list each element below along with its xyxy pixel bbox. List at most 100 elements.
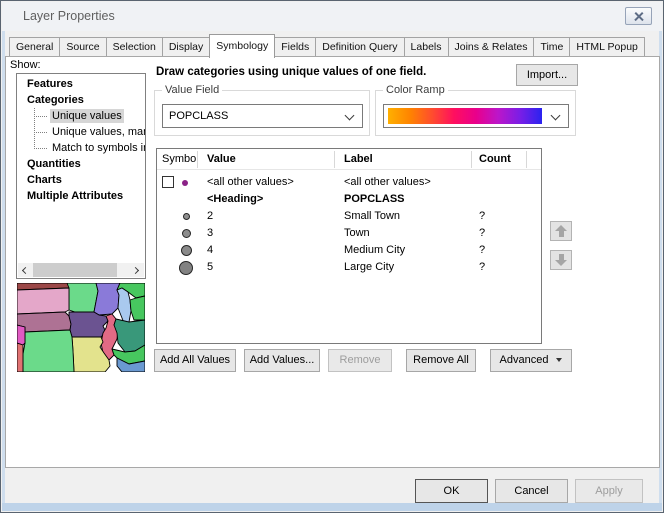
sidebar-item-label: Unique values (50, 109, 124, 123)
show-list-items: Features Categories Unique valuesUnique va… (17, 76, 145, 204)
scroll-left-button[interactable] (18, 263, 32, 277)
scroll-left-icon (22, 266, 29, 273)
map-preview (17, 283, 145, 372)
sidebar-item-label: Match to symbols in a (50, 141, 145, 155)
point-symbol-swatch[interactable] (182, 180, 188, 186)
sidebar-item-label: Charts (25, 173, 64, 187)
cell-value: 5 (207, 259, 213, 276)
table-header: Symbol Value Label Count (157, 149, 541, 170)
all-other-values-checkbox[interactable] (162, 176, 174, 188)
column-header-label: Label (344, 153, 373, 165)
point-symbol-swatch[interactable] (181, 245, 192, 256)
tab-definition-query[interactable]: Definition Query (315, 37, 404, 56)
sidebar-item-label: Quantities (25, 157, 83, 171)
column-header-value: Value (207, 153, 236, 165)
column-header-symbol: Symbol (162, 153, 199, 165)
color-ramp-swatch (388, 108, 542, 124)
cell-value: 2 (207, 208, 213, 225)
tab-symbology[interactable]: Symbology (209, 34, 275, 58)
cell-count: ? (479, 242, 485, 259)
tab-html-popup[interactable]: HTML Popup (569, 37, 644, 56)
color-ramp-label: Color Ramp (383, 84, 448, 96)
cell-label: POPCLASS (344, 191, 405, 208)
close-button[interactable] (625, 7, 652, 25)
table-row[interactable]: <Heading>POPCLASS (157, 191, 541, 208)
advanced-button-label: Advanced (500, 354, 549, 366)
value-field-select[interactable]: POPCLASS (162, 104, 363, 128)
tab-fields[interactable]: Fields (274, 37, 316, 56)
table-row[interactable]: 3Town? (157, 225, 541, 242)
ok-button[interactable]: OK (415, 479, 488, 503)
sidebar-item-multiple-attributes[interactable]: Multiple Attributes (17, 188, 145, 204)
scroll-right-button[interactable] (130, 263, 144, 277)
scrollbar-thumb[interactable] (33, 263, 117, 277)
sidebar-item-features[interactable]: Features (17, 76, 145, 92)
cell-count: ? (479, 225, 485, 242)
column-divider (471, 151, 472, 168)
arrow-down-icon (555, 254, 567, 266)
tab-strip: GeneralSourceSelectionDisplaySymbologyFi… (9, 34, 644, 56)
arrow-up-icon (555, 225, 567, 237)
add-values-button[interactable]: Add Values... (244, 349, 320, 372)
cancel-button[interactable]: Cancel (495, 479, 568, 503)
apply-button[interactable]: Apply (575, 479, 643, 503)
symbology-tab-page: Show: Features Categories Unique valuesUni… (5, 56, 660, 468)
color-ramp-select[interactable] (383, 104, 569, 128)
cell-label: Medium City (344, 242, 405, 259)
sidebar-item-charts[interactable]: Charts (17, 172, 145, 188)
point-symbol-swatch[interactable] (183, 213, 190, 220)
page-heading: Draw categories using unique values of o… (156, 66, 426, 78)
advanced-button[interactable]: Advanced (490, 349, 572, 372)
cell-value: 3 (207, 225, 213, 242)
layer-properties-dialog: Layer Properties GeneralSourceSelectionD… (0, 0, 664, 513)
point-symbol-swatch[interactable] (179, 261, 193, 275)
sidebar-item-label: Features (25, 77, 75, 91)
table-row[interactable]: 2 Small Town? (157, 208, 541, 225)
tab-labels[interactable]: Labels (404, 37, 449, 56)
tab-selection[interactable]: Selection (106, 37, 163, 56)
symbol-table: Symbol Value Label Count <all other valu… (156, 148, 542, 344)
horizontal-scrollbar[interactable] (18, 263, 144, 277)
table-row[interactable]: 4 Medium City? (157, 242, 541, 259)
table-row[interactable]: 5 Large City? (157, 259, 541, 276)
column-divider (197, 151, 198, 168)
tab-general[interactable]: General (9, 37, 60, 56)
remove-all-button[interactable]: Remove All (406, 349, 476, 372)
cell-count: ? (479, 259, 485, 276)
import-button[interactable]: Import... (516, 64, 578, 86)
sidebar-item-match-to-symbols-in-a[interactable]: Match to symbols in a (17, 140, 145, 156)
sidebar-item-quantities[interactable]: Quantities (17, 156, 145, 172)
value-field-selected: POPCLASS (169, 110, 228, 122)
column-divider (334, 151, 335, 168)
sidebar-item-categories[interactable]: Categories (17, 92, 145, 108)
tab-source[interactable]: Source (59, 37, 106, 56)
value-field-group: Value Field POPCLASS (154, 90, 370, 136)
titlebar[interactable]: Layer Properties (2, 2, 662, 31)
cell-count: ? (479, 208, 485, 225)
cell-label: Large City (344, 259, 394, 276)
tab-display[interactable]: Display (162, 37, 210, 56)
table-row[interactable]: <all other values><all other values> (157, 174, 541, 191)
chevron-down-icon (551, 111, 561, 121)
cell-value: <all other values> (207, 174, 294, 191)
sidebar-item-unique-values[interactable]: Unique values (17, 108, 145, 124)
move-up-button[interactable] (550, 221, 572, 241)
dropdown-arrow-icon (556, 358, 562, 362)
cell-label: Small Town (344, 208, 400, 225)
sidebar-item-unique-values-many[interactable]: Unique values, many (17, 124, 145, 140)
sidebar-item-label: Categories (25, 93, 86, 107)
sidebar-item-label: Multiple Attributes (25, 189, 125, 203)
color-ramp-group: Color Ramp (375, 90, 576, 136)
column-header-count: Count (479, 153, 511, 165)
window-title: Layer Properties (23, 9, 115, 23)
show-label: Show: (10, 59, 41, 71)
tab-time[interactable]: Time (533, 37, 570, 56)
move-down-button[interactable] (550, 250, 572, 270)
cell-value: 4 (207, 242, 213, 259)
add-all-values-button[interactable]: Add All Values (154, 349, 236, 372)
tab-joins-relates[interactable]: Joins & Relates (448, 37, 535, 56)
point-symbol-swatch[interactable] (182, 229, 191, 238)
show-list: Features Categories Unique valuesUnique va… (16, 73, 146, 279)
remove-button[interactable]: Remove (328, 349, 392, 372)
close-icon (633, 11, 644, 22)
